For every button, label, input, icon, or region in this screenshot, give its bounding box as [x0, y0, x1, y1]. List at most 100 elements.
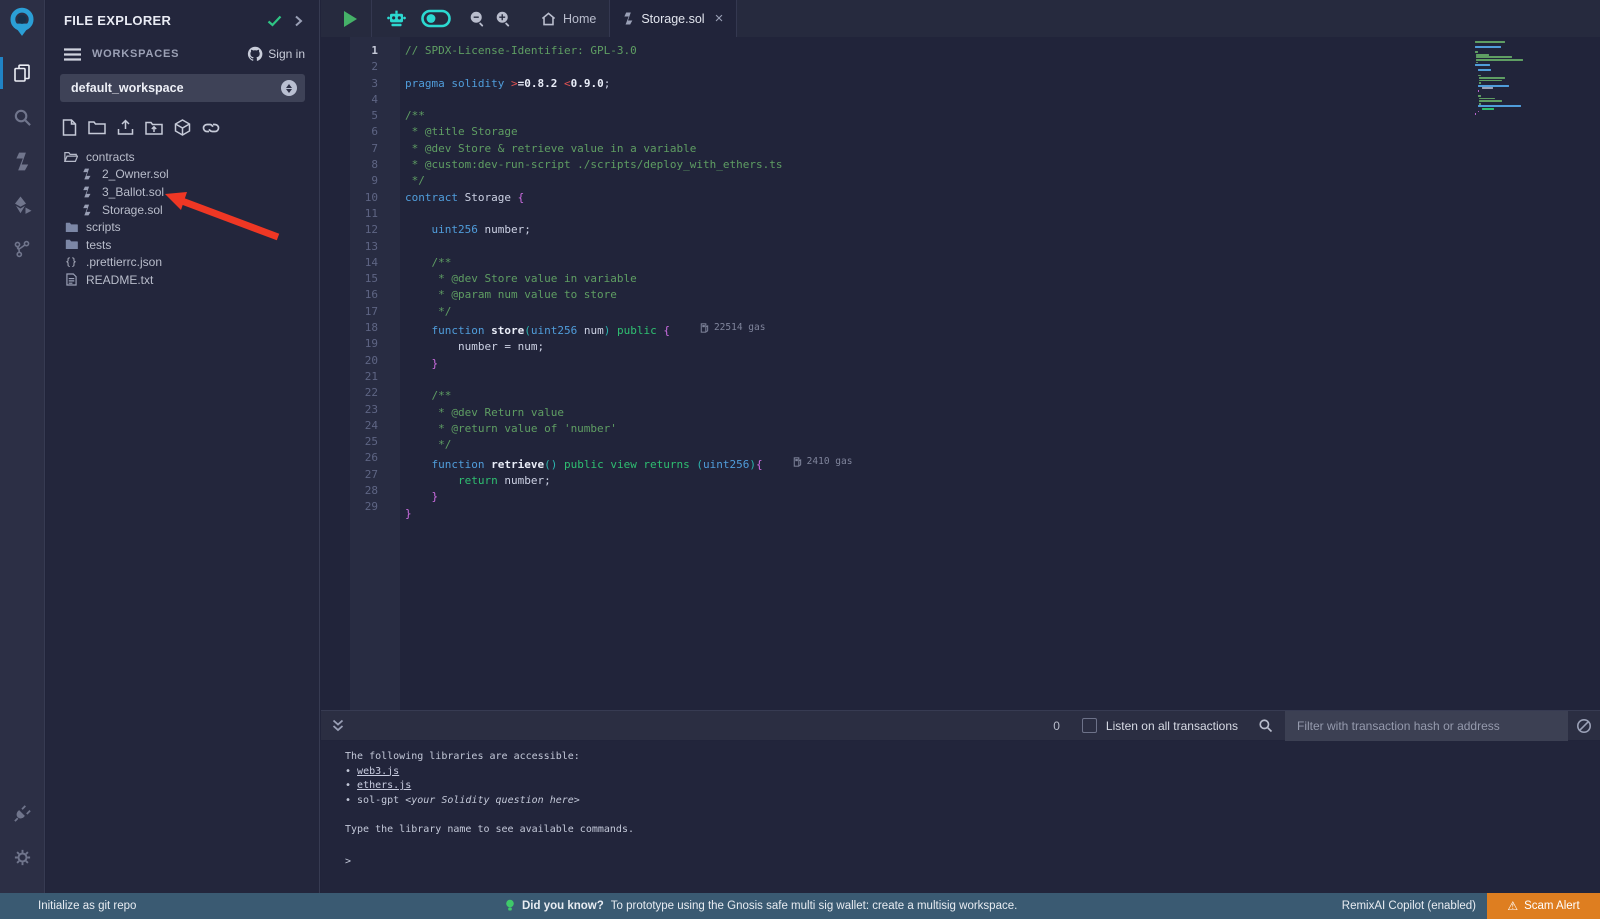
git-init-button[interactable]: Initialize as git repo [38, 900, 136, 912]
code-line [405, 372, 852, 388]
sidebar-item-deploy-and-run[interactable] [0, 183, 45, 227]
tree-item-tests[interactable]: tests [46, 236, 319, 254]
minimap[interactable] [1475, 41, 1547, 116]
tree-item-label: tests [86, 238, 111, 252]
listen-all-transactions-checkbox[interactable] [1082, 718, 1097, 733]
code-line: contract Storage { [405, 190, 852, 206]
zoom-out-button[interactable] [469, 10, 486, 27]
upload-folder-button[interactable] [145, 120, 163, 136]
terminal-link[interactable]: ethers.js [357, 780, 411, 791]
workspace-caret-icon [281, 80, 297, 96]
sidebar-item-git[interactable] [0, 227, 45, 271]
code-line: /** [405, 388, 852, 404]
lightbulb-icon [505, 899, 515, 913]
gas-estimate-badge: 22514 gas [700, 320, 765, 336]
code-line: * @dev Return value [405, 405, 852, 421]
code-editor[interactable]: 1234567891011121314151617181920212223242… [321, 37, 1600, 710]
terminal-link[interactable]: web3.js [357, 766, 399, 777]
copilot-status[interactable]: RemixAI Copilot (enabled) [1342, 900, 1476, 912]
gear-icon [13, 848, 32, 867]
search-icon [13, 108, 32, 127]
sidebar-item-plugin-manager[interactable] [0, 791, 45, 835]
remixai-copilot-button[interactable] [386, 8, 407, 29]
terminal-line: • web3.js [345, 765, 1600, 780]
clear-terminal-icon[interactable] [1576, 718, 1592, 734]
publish-ipfs-button[interactable] [174, 119, 191, 136]
terminal-prompt[interactable]: > [345, 855, 1600, 870]
did-you-know-tip: Did you know? To prototype using the Gno… [505, 899, 1017, 913]
terminal-search-icon[interactable] [1258, 718, 1273, 733]
robot-icon [386, 8, 407, 29]
status-bar: Initialize as git repo Did you know? To … [0, 893, 1600, 919]
toggle-on-icon [421, 9, 451, 28]
tree-item--prettierrc-json[interactable]: {} .prettierrc.json [46, 254, 319, 272]
workspace-select[interactable]: default_workspace [60, 74, 305, 102]
code-line [405, 206, 852, 222]
move-panel-chevron-icon[interactable] [294, 15, 303, 27]
code-line: function store(uint256 num) public {2251… [405, 320, 852, 339]
collapse-terminal-button[interactable] [332, 719, 344, 732]
workspaces-menu-icon[interactable] [64, 48, 81, 61]
tree-item-label: README.txt [86, 273, 153, 287]
terminal-line: Type the library name to see available c… [345, 823, 1600, 838]
tree-item-3-ballot-sol[interactable]: 3_Ballot.sol [46, 183, 319, 201]
run-script-button[interactable] [344, 11, 357, 27]
sign-in-label: Sign in [268, 47, 305, 61]
new-folder-button[interactable] [88, 120, 106, 135]
folder-icon [64, 239, 78, 250]
solidity-compiler-icon [14, 152, 31, 171]
code-line: } [405, 356, 852, 372]
sidebar-item-settings[interactable] [0, 835, 45, 879]
tab-storage-sol[interactable]: Storage.sol × [609, 0, 737, 37]
remix-logo-icon [7, 7, 37, 37]
folder-open-icon [64, 151, 78, 163]
sign-in-button[interactable]: Sign in [247, 46, 305, 62]
file-tree: contracts 2_Owner.sol3_Ballot.sol Storage.… [46, 148, 319, 289]
code-line: */ [405, 173, 852, 189]
json-icon: {} [64, 257, 78, 268]
tree-item-readme-txt[interactable]: README.txt [46, 271, 319, 289]
terminal-line: The following libraries are accessible: [345, 750, 1600, 765]
remix-ide-window: FILE EXPLORER WORKSPACES Sign in default… [0, 0, 1600, 919]
tip-text: To prototype using the Gnosis safe multi… [611, 900, 1018, 912]
deploy-run-icon [12, 195, 32, 215]
gas-estimate-badge: 2410 gas [793, 454, 853, 470]
file-explorer-panel: FILE EXPLORER WORKSPACES Sign in default… [46, 0, 320, 893]
tree-item-label: .prettierrc.json [86, 255, 162, 269]
sidebar-item-file-explorer[interactable] [0, 51, 45, 95]
github-icon [247, 46, 263, 62]
code-line: * @custom:dev-run-script ./scripts/deplo… [405, 157, 852, 173]
terminal-line: • ethers.js [345, 779, 1600, 794]
code-line: */ [405, 304, 852, 320]
close-tab-icon[interactable]: × [715, 11, 724, 26]
link-button[interactable] [202, 121, 220, 135]
zoom-out-icon [469, 10, 486, 27]
code-line: * @return value of 'number' [405, 421, 852, 437]
upload-file-button[interactable] [117, 119, 134, 136]
scam-alert-label: Scam Alert [1524, 900, 1580, 912]
tab-home[interactable]: Home [528, 0, 609, 37]
tree-item-label: 3_Ballot.sol [102, 185, 164, 199]
copilot-toggle[interactable] [421, 9, 451, 28]
editor-tabbar: Home Storage.sol × [321, 0, 1600, 37]
tree-item-storage-sol[interactable]: Storage.sol [46, 201, 319, 219]
code-line: } [405, 489, 852, 505]
code-line: * @title Storage [405, 124, 852, 140]
file-text-icon [64, 273, 78, 286]
tab-home-label: Home [563, 12, 596, 26]
terminal-output[interactable]: The following libraries are accessible:•… [321, 741, 1600, 893]
file-toolbar [62, 119, 319, 136]
solidity-file-icon [623, 12, 634, 25]
zoom-in-button[interactable] [495, 10, 512, 27]
sidebar-item-solidity-compiler[interactable] [0, 139, 45, 183]
tree-item-contracts[interactable]: contracts [46, 148, 319, 166]
workspace-ok-check-icon [267, 15, 282, 27]
tree-item-label: contracts [86, 150, 135, 164]
scam-alert-button[interactable]: ⚠ Scam Alert [1487, 893, 1600, 919]
file-explorer-icon [12, 63, 32, 83]
new-file-button[interactable] [62, 119, 77, 136]
sidebar-item-search[interactable] [0, 95, 45, 139]
tree-item-2-owner-sol[interactable]: 2_Owner.sol [46, 166, 319, 184]
tree-item-scripts[interactable]: scripts [46, 218, 319, 236]
transaction-filter-input[interactable] [1285, 711, 1568, 741]
